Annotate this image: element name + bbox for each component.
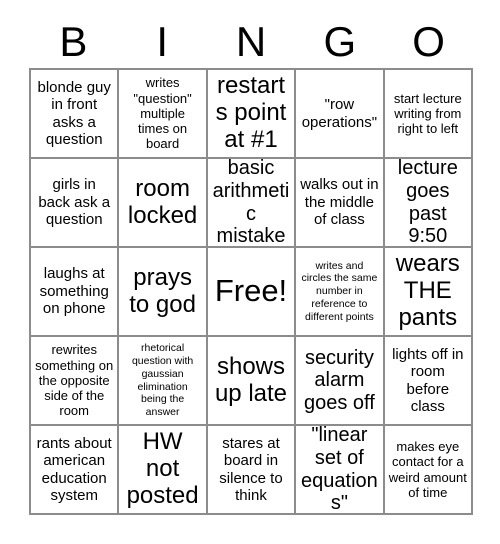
bingo-cell[interactable]: walks out in the middle of class bbox=[296, 159, 385, 248]
bingo-cell[interactable]: writes "question" multiple times on boar… bbox=[119, 70, 208, 159]
bingo-cell[interactable]: writes and circles the same number in re… bbox=[296, 248, 385, 337]
bingo-cell-label: "linear set of equations" bbox=[301, 426, 378, 515]
bingo-cell[interactable]: rhetorical question with gaussian elimin… bbox=[119, 337, 208, 426]
bingo-cell-label: prays to god bbox=[129, 263, 196, 318]
bingo-cell[interactable]: girls in back ask a question bbox=[31, 159, 120, 248]
bingo-cell-label: wears THE pants bbox=[395, 250, 460, 331]
bingo-cell[interactable]: room locked bbox=[119, 159, 208, 248]
bingo-cell-label: makes eye contact for a weird amount of … bbox=[388, 438, 467, 500]
bingo-cell-label: blonde guy in front asks a question bbox=[37, 78, 111, 148]
bingo-cell[interactable]: laughs at something on phone bbox=[31, 248, 120, 337]
bingo-cell[interactable]: wears THE pants bbox=[384, 248, 473, 337]
bingo-cell[interactable]: rants about american education system bbox=[31, 426, 120, 515]
bingo-cell-label: room locked bbox=[127, 174, 198, 229]
bingo-cell-label: writes and circles the same number in re… bbox=[301, 259, 378, 323]
bingo-cell[interactable]: security alarm goes off bbox=[296, 337, 385, 426]
bingo-cell-label: rewrites something on the opposite side … bbox=[35, 342, 114, 419]
bingo-cell-label: girls in back ask a question bbox=[38, 176, 111, 229]
bingo-cell-label: basic arithmetic mistake bbox=[212, 159, 290, 248]
bingo-cell-label: start lecture writing from right to left bbox=[393, 90, 462, 137]
bingo-header-letter-b: B bbox=[59, 18, 88, 65]
bingo-cell-label: "row operations" bbox=[301, 96, 378, 131]
bingo-cell-label: shows up late bbox=[214, 352, 288, 407]
bingo-header-letter-o: O bbox=[412, 18, 445, 65]
bingo-header-letter-n: N bbox=[235, 18, 267, 65]
bingo-cell-label: stares at board in silence to think bbox=[219, 434, 283, 504]
bingo-card: B I N G O blonde guy in front asks a questio… bbox=[0, 0, 500, 544]
bingo-cell-label: rhetorical question with gaussian elimin… bbox=[131, 342, 194, 419]
bingo-cell-label: writes "question" multiple times on boar… bbox=[133, 75, 192, 152]
bingo-header-letter-g: G bbox=[323, 18, 357, 65]
bingo-cell[interactable]: blonde guy in front asks a question bbox=[31, 70, 120, 159]
bingo-cell[interactable]: HW not posted bbox=[119, 426, 208, 515]
bingo-cell[interactable]: makes eye contact for a weird amount of … bbox=[384, 426, 473, 515]
bingo-cell[interactable]: rewrites something on the opposite side … bbox=[31, 337, 120, 426]
bingo-header-row: BINGO bbox=[29, 16, 473, 68]
bingo-cell-label: Free! bbox=[214, 273, 288, 309]
bingo-cell-label: HW not posted bbox=[126, 428, 199, 509]
bingo-cell[interactable]: shows up late bbox=[207, 337, 297, 426]
bingo-cell[interactable]: lights off in room before class bbox=[384, 337, 473, 426]
bingo-grid: blonde guy in front asks a question write… bbox=[29, 68, 473, 515]
bingo-cell-label: lights off in room before class bbox=[392, 345, 464, 415]
bingo-cell-label: restarts point at #1 bbox=[215, 72, 287, 153]
bingo-cell[interactable]: lecture goes past 9:50 bbox=[384, 159, 473, 248]
bingo-cell[interactable]: basic arithmetic mistake bbox=[207, 159, 297, 248]
bingo-cell[interactable]: prays to god bbox=[119, 248, 208, 337]
bingo-cell[interactable]: start lecture writing from right to left bbox=[384, 70, 473, 159]
bingo-cell[interactable]: stares at board in silence to think bbox=[207, 426, 297, 515]
bingo-cell-label: laughs at something on phone bbox=[39, 265, 109, 318]
bingo-cell-label: security alarm goes off bbox=[303, 346, 375, 414]
bingo-cell-label: rants about american education system bbox=[36, 434, 112, 504]
bingo-cell[interactable]: "linear set of equations" bbox=[296, 426, 385, 515]
bingo-cell[interactable]: "row operations" bbox=[296, 70, 385, 159]
bingo-cell[interactable]: restarts point at #1 bbox=[207, 70, 297, 159]
bingo-cell-label: lecture goes past 9:50 bbox=[397, 159, 458, 248]
bingo-cell-label: walks out in the middle of class bbox=[300, 176, 379, 229]
bingo-free-cell[interactable]: Free! bbox=[207, 248, 297, 337]
bingo-header-letter-i: I bbox=[156, 18, 169, 65]
